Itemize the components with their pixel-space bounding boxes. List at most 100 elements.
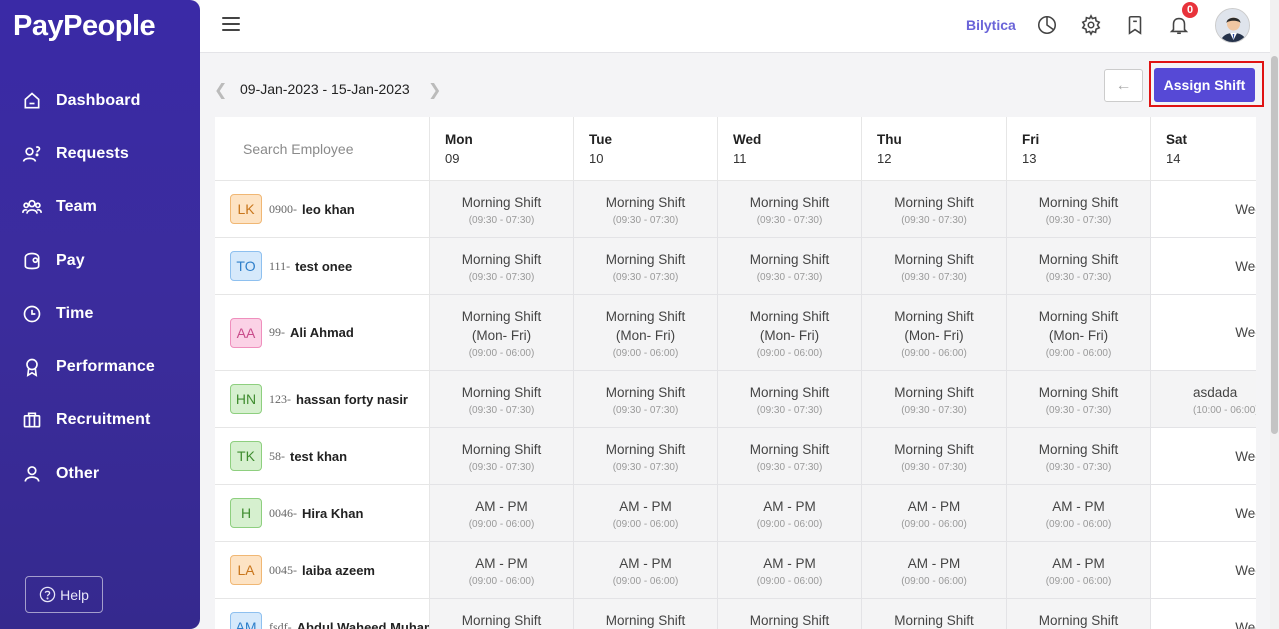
employee-cell[interactable]: AA 99- Ali Ahmad — [215, 295, 430, 371]
shift-cell[interactable]: Morning Shift(09:30 - 07:30) — [718, 599, 862, 629]
shift-cell[interactable]: Morning Shift(09:30 - 07:30) — [430, 238, 574, 295]
home-icon — [24, 92, 40, 109]
saturday-cell[interactable]: Weekend — [1151, 181, 1256, 238]
shift-cell[interactable]: Morning Shift(09:30 - 07:30) — [1007, 371, 1151, 428]
shift-cell[interactable]: AM - PM (09:00 - 06:00) — [718, 485, 862, 542]
shift-cell[interactable]: AM - PM (09:00 - 06:00) — [574, 485, 718, 542]
saturday-cell[interactable]: Weekend — [1151, 295, 1256, 371]
shift-cell[interactable]: Morning Shift(09:30 - 07:30) — [574, 371, 718, 428]
user-avatar[interactable] — [1215, 8, 1250, 43]
shift-cell[interactable]: AM - PM (09:00 - 06:00) — [1007, 485, 1151, 542]
menu-toggle-icon[interactable] — [222, 17, 240, 31]
shift-cell[interactable]: AM - PM (09:00 - 06:00) — [574, 542, 718, 599]
shift-time: (09:30 - 07:30) — [612, 404, 679, 416]
bookmark-icon[interactable] — [1124, 14, 1146, 36]
shift-cell[interactable]: AM - PM (09:00 - 06:00) — [1007, 542, 1151, 599]
help-button[interactable]: Help — [25, 576, 103, 613]
shift-cell[interactable]: Morning Shift (Mon- Fri) (09:00 - 06:00) — [862, 295, 1007, 371]
sidebar-item-time[interactable]: Time — [0, 287, 200, 340]
notification-badge: 0 — [1180, 0, 1200, 20]
saturday-cell[interactable]: Weekend — [1151, 485, 1256, 542]
shift-name: AM - PM — [763, 498, 816, 514]
company-name[interactable]: Bilytica — [966, 17, 1016, 33]
shift-cell[interactable]: Morning Shift(09:30 - 07:30) — [430, 371, 574, 428]
shift-cell[interactable]: AM - PM (09:00 - 06:00) — [718, 542, 862, 599]
help-label: Help — [60, 586, 89, 603]
employee-cell[interactable]: AM fsdf- Abdul Waheed Muhammad — [215, 599, 430, 629]
assign-shift-button[interactable]: Assign Shift — [1154, 68, 1255, 102]
shift-cell[interactable]: Morning Shift (Mon- Fri) (09:00 - 06:00) — [430, 295, 574, 371]
shift-name: (Mon- Fri) — [904, 327, 964, 343]
employee-cell[interactable]: LK 0900- leo khan — [215, 181, 430, 238]
next-week-icon[interactable]: ❯ — [428, 80, 441, 100]
pie-chart-icon[interactable] — [1036, 14, 1058, 36]
sidebar-item-dashboard[interactable]: Dashboard — [0, 74, 200, 127]
shift-cell[interactable]: Morning Shift(09:30 - 07:30) — [430, 428, 574, 485]
employee-cell[interactable]: HN 123- hassan forty nasir — [215, 371, 430, 428]
shift-cell[interactable]: Morning Shift(09:30 - 07:30) — [1007, 181, 1151, 238]
shift-name: AM - PM — [1052, 555, 1105, 571]
shift-cell[interactable]: AM - PM (09:00 - 06:00) — [862, 485, 1007, 542]
shift-time: (09:30 - 07:30) — [468, 214, 535, 226]
day-header-sat: Sat 14 — [1151, 117, 1256, 181]
shift-cell[interactable]: Morning Shift(09:30 - 07:30) — [430, 181, 574, 238]
shift-name: Morning Shift — [1038, 612, 1119, 628]
saturday-cell[interactable]: Weekend — [1151, 238, 1256, 295]
employee-cell[interactable]: TK 58- test khan — [215, 428, 430, 485]
employee-cell[interactable]: TO 111- test onee — [215, 238, 430, 295]
shift-name: AM - PM — [1052, 498, 1105, 514]
shift-cell[interactable]: Morning Shift(09:30 - 07:30) — [1007, 238, 1151, 295]
shift-time: (09:30 - 07:30) — [612, 461, 679, 473]
sidebar: PayPeople Dashboard Requests Team Pay Ti… — [0, 0, 200, 629]
paypeople-logo[interactable]: PayPeople — [13, 10, 156, 43]
arrow-left-icon: ← — [1115, 76, 1132, 94]
shift-cell[interactable]: Morning Shift(09:30 - 07:30) — [862, 371, 1007, 428]
previous-week-icon[interactable]: ❮ — [214, 80, 227, 100]
shift-cell[interactable]: Morning Shift(09:30 - 07:30) — [430, 599, 574, 629]
saturday-cell[interactable]: Weekend — [1151, 599, 1256, 629]
sidebar-item-other[interactable]: Other — [0, 447, 200, 500]
shift-cell[interactable]: Morning Shift(09:30 - 07:30) — [574, 599, 718, 629]
shift-time: (09:00 - 06:00) — [1045, 347, 1112, 359]
employee-cell[interactable]: H 0046- Hira Khan — [215, 485, 430, 542]
sidebar-item-team[interactable]: Team — [0, 181, 200, 234]
shift-cell[interactable]: AM - PM (09:00 - 06:00) — [862, 542, 1007, 599]
sidebar-item-performance[interactable]: Performance — [0, 340, 200, 393]
shift-cell[interactable]: Morning Shift (Mon- Fri) (09:00 - 06:00) — [718, 295, 862, 371]
shift-cell[interactable]: Morning Shift(09:30 - 07:30) — [718, 181, 862, 238]
saturday-cell[interactable]: Weekend — [1151, 542, 1256, 599]
gear-icon[interactable] — [1080, 14, 1102, 36]
shift-cell[interactable]: Morning Shift(09:30 - 07:30) — [574, 238, 718, 295]
shift-cell[interactable]: Morning Shift(09:30 - 07:30) — [718, 428, 862, 485]
shift-name: AM - PM — [619, 555, 672, 571]
saturday-cell[interactable]: asdada (10:00 - 06:00) — [1151, 371, 1256, 428]
employee-initials-avatar: TO — [230, 251, 262, 281]
sidebar-item-recruitment[interactable]: Recruitment — [0, 394, 200, 447]
shift-cell[interactable]: AM - PM (09:00 - 06:00) — [430, 542, 574, 599]
shift-time: (09:30 - 07:30) — [756, 404, 823, 416]
employee-initials-avatar: AM — [230, 612, 262, 629]
shift-cell[interactable]: Morning Shift (Mon- Fri) (09:00 - 06:00) — [1007, 295, 1151, 371]
shift-cell[interactable]: Morning Shift(09:30 - 07:30) — [574, 428, 718, 485]
shift-cell[interactable]: Morning Shift(09:30 - 07:30) — [574, 181, 718, 238]
scrollbar-thumb[interactable] — [1271, 56, 1278, 434]
shift-cell[interactable]: Morning Shift(09:30 - 07:30) — [1007, 428, 1151, 485]
shift-cell[interactable]: Morning Shift(09:30 - 07:30) — [862, 599, 1007, 629]
page-scrollbar[interactable] — [1270, 0, 1279, 629]
shift-cell[interactable]: Morning Shift(09:30 - 07:30) — [718, 238, 862, 295]
shift-cell[interactable]: Morning Shift(09:30 - 07:30) — [862, 428, 1007, 485]
shift-cell[interactable]: Morning Shift(09:30 - 07:30) — [1007, 599, 1151, 629]
shift-time: (09:00 - 06:00) — [468, 518, 535, 530]
sidebar-item-requests[interactable]: Requests — [0, 127, 200, 180]
saturday-cell[interactable]: Weekend — [1151, 428, 1256, 485]
sidebar-item-pay[interactable]: Pay — [0, 234, 200, 287]
shift-cell[interactable]: AM - PM (09:00 - 06:00) — [430, 485, 574, 542]
shift-cell[interactable]: Morning Shift(09:30 - 07:30) — [862, 238, 1007, 295]
shift-time: (09:00 - 06:00) — [612, 518, 679, 530]
back-button[interactable]: ← — [1104, 69, 1143, 102]
shift-cell[interactable]: Morning Shift (Mon- Fri) (09:00 - 06:00) — [574, 295, 718, 371]
employee-cell[interactable]: LA 0045- laiba azeem — [215, 542, 430, 599]
search-employee-input[interactable] — [227, 135, 422, 163]
shift-cell[interactable]: Morning Shift(09:30 - 07:30) — [862, 181, 1007, 238]
shift-cell[interactable]: Morning Shift(09:30 - 07:30) — [718, 371, 862, 428]
